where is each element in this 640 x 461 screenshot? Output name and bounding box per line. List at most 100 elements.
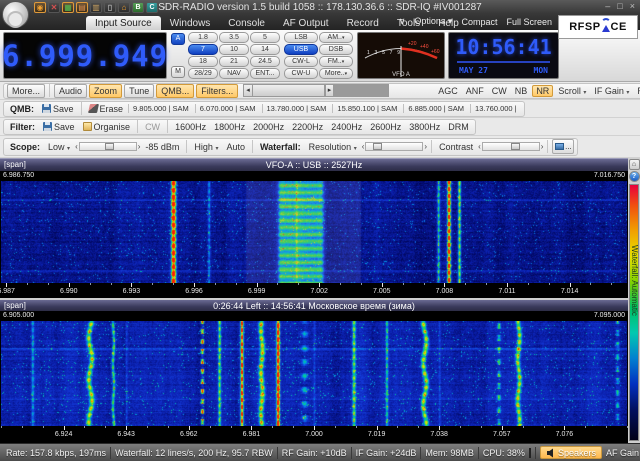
axis-tick-label: 6.943	[117, 431, 135, 438]
audio-button[interactable]: Audio	[54, 84, 87, 98]
contrast-slider[interactable]: ‹›	[478, 142, 543, 151]
panel2-header[interactable]: [span] 0:26:44 Left :: 14:56:41 Московск…	[0, 298, 628, 311]
frequency-display[interactable]: 6.999.949	[3, 32, 167, 79]
band-ent-button[interactable]: ENT...	[250, 68, 280, 79]
minimize-button[interactable]: –	[605, 1, 610, 11]
scope-low-slider[interactable]: ‹›	[75, 142, 140, 151]
panel-collapse-button[interactable]: ⌂	[629, 159, 640, 170]
qmb-entry[interactable]: 6.885.000 | SAM	[403, 104, 468, 113]
resolution-slider[interactable]: ‹›	[362, 142, 427, 151]
panel1-header[interactable]: [span] VFO-A :: USB :: 2527Hz	[0, 158, 628, 171]
mode-usb-button[interactable]: USB	[284, 44, 318, 55]
band-7-button[interactable]: 7	[188, 44, 218, 55]
qmb-button[interactable]: QMB...	[156, 84, 194, 98]
waterfall-options-button[interactable]: ...	[552, 139, 574, 154]
scroll-dropdown[interactable]: Scroll ▾	[555, 86, 589, 96]
meter-label: VFO A	[392, 72, 410, 78]
resolution-dropdown[interactable]: Resolution ▾	[306, 142, 360, 152]
tab-af-output[interactable]: AF Output	[274, 16, 338, 30]
folder-icon	[83, 122, 92, 131]
collapse-ribbon-icon[interactable]: ∨	[399, 16, 406, 27]
band-3.5-button[interactable]: 3.5	[219, 32, 249, 43]
anf-toggle[interactable]: ANF	[463, 86, 487, 96]
band-1.8-button[interactable]: 1.8	[188, 32, 218, 43]
compact-button[interactable]: Compact	[461, 17, 497, 27]
af-gain-button[interactable]: AF Gain	[606, 448, 639, 458]
band-nav-button[interactable]: NAV	[219, 68, 249, 79]
if-gain-dropdown[interactable]: IF Gain ▾	[591, 86, 632, 96]
close-button[interactable]: ×	[630, 1, 635, 11]
waterfall-full-span[interactable]	[1, 321, 627, 426]
filters-button[interactable]: Filters...	[196, 84, 238, 98]
filter-drm[interactable]: DRM	[445, 122, 472, 132]
mode-cwl-button[interactable]: CW-L	[284, 56, 318, 67]
help-button[interactable]: ?	[629, 171, 640, 182]
cw-toggle[interactable]: CW	[489, 86, 510, 96]
mode-lsb-button[interactable]: LSB	[284, 32, 318, 43]
tune-button[interactable]: Tune	[124, 84, 154, 98]
band-21-button[interactable]: 21	[219, 56, 249, 67]
filter-3800hz[interactable]: 3800Hz	[406, 122, 443, 132]
memory-button[interactable]: M	[171, 66, 185, 78]
zoom-button[interactable]: Zoom	[89, 84, 122, 98]
band-10-button[interactable]: 10	[219, 44, 249, 55]
qmb-entry[interactable]: 13.760.000 |	[470, 104, 521, 113]
scope-high-dropdown[interactable]: High ▾	[191, 142, 221, 152]
band-5-button[interactable]: 5	[250, 32, 280, 43]
band-18-button[interactable]: 18	[188, 56, 218, 67]
maximize-button[interactable]: □	[617, 1, 622, 11]
band-24.5-button[interactable]: 24.5	[250, 56, 280, 67]
window-title: SDR-RADIO version 1.5 build 1058 :: 178.…	[0, 2, 640, 13]
filter-2000hz[interactable]: 2000Hz	[250, 122, 287, 132]
qmb-save-button[interactable]: Save	[39, 104, 77, 114]
mode-dsb-button[interactable]: DSB	[319, 44, 353, 55]
nr-toggle[interactable]: NR	[532, 85, 553, 97]
axis-tick-label: 7.038	[430, 431, 448, 438]
mode-more-button[interactable]: More..▾	[319, 68, 353, 79]
filter-save-button[interactable]: Save	[40, 122, 78, 132]
filter-1800hz[interactable]: 1800Hz	[211, 122, 248, 132]
band-14-button[interactable]: 14	[250, 44, 280, 55]
window-chrome: B C ▾ SDR-RADIO version 1.5 build 1058 :…	[0, 0, 640, 30]
qmb-entry[interactable]: 15.850.100 | SAM	[332, 104, 401, 113]
mode-am-button[interactable]: AM..▾	[319, 32, 353, 43]
axis-tick-label: 7.014	[561, 288, 579, 295]
scope-auto-button[interactable]: Auto	[223, 142, 248, 152]
tab-input-source[interactable]: Input Source	[86, 16, 161, 30]
qmb-entry[interactable]: 6.070.000 | SAM	[195, 104, 260, 113]
filter-1600hz[interactable]: 1600Hz	[172, 122, 209, 132]
tab-windows[interactable]: Windows	[161, 16, 220, 30]
qmb-erase-button[interactable]: Erase	[86, 104, 127, 114]
rf-gain-dropdown[interactable]: RF Gain ▾	[634, 86, 640, 96]
filter-2400hz[interactable]: 2400Hz	[328, 122, 365, 132]
qmb-entry[interactable]: 9.805.000 | SAM	[128, 104, 193, 113]
speakers-button[interactable]: Speakers	[540, 446, 602, 459]
filter-2200hz[interactable]: 2200Hz	[289, 122, 326, 132]
fullscreen-button[interactable]: Full Screen	[506, 17, 552, 27]
filter-2600hz[interactable]: 2600Hz	[367, 122, 404, 132]
tab-record[interactable]: Record	[338, 16, 388, 30]
options-button[interactable]: Options ▾	[414, 16, 452, 27]
scope-low-dropdown[interactable]: Low ▾	[45, 142, 73, 152]
tab-console[interactable]: Console	[219, 16, 274, 30]
scope-db-value: -85 dBm	[142, 142, 182, 152]
agc-toggle[interactable]: AGC	[435, 86, 461, 96]
nb-toggle[interactable]: NB	[512, 86, 531, 96]
mode-fm-button[interactable]: FM..▾	[319, 56, 353, 67]
filter-organise-button[interactable]: Organise	[80, 122, 134, 132]
band-28-29-button[interactable]: 28/29	[188, 68, 218, 79]
more-button[interactable]: More...	[7, 84, 45, 98]
spectrum-scrollbar[interactable]: ◂ ▸	[243, 84, 389, 97]
mode-cwu-button[interactable]: CW-U	[284, 68, 318, 79]
waterfall-scale-sidebar: ⌂ ? Waterfall: Automatic	[628, 158, 640, 443]
waterfall-vfo-a[interactable]	[1, 181, 627, 283]
status-waterfall: Waterfall: 12 lines/s, 200 Hz, 95.7 RBW	[115, 448, 273, 458]
filter-toolbar: Filter: Save Organise CW 1600Hz 1800Hz 2…	[0, 118, 640, 136]
app-logo[interactable]	[2, 1, 29, 28]
window-controls: – □ ×	[605, 1, 635, 11]
axis-tick-label: 7.002	[310, 288, 328, 295]
vfo-a-button[interactable]: A	[171, 33, 185, 45]
svg-text:+20: +20	[408, 41, 417, 47]
qmb-entry[interactable]: 13.780.000 | SAM	[262, 104, 331, 113]
waterfall-color-scale[interactable]: Waterfall: Automatic	[629, 184, 639, 441]
